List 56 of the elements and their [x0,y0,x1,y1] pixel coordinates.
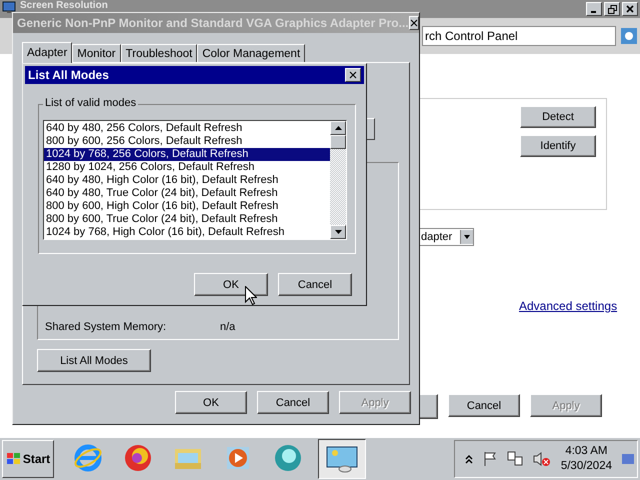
dropdown-value: dapter [421,231,452,243]
taskbar-app[interactable] [318,439,366,479]
tab[interactable]: Troubleshoot [120,44,198,62]
list-item[interactable]: 1024 by 768, 256 Colors, Default Refresh [44,148,330,161]
list-item[interactable]: 640 by 480, High Color (16 bit), Default Refresh [44,174,330,187]
ring-icon [273,443,303,473]
close-icon [626,5,634,13]
restore-icon [608,4,616,14]
list-item[interactable]: 1280 by 1024, 256 Colors, Default Refresh [44,161,330,174]
advanced-settings-link[interactable]: Advanced settings [519,299,618,313]
list-item[interactable]: 640 by 480, True Color (24 bit), Default Refresh [44,187,330,200]
display-settings-icon [325,444,359,474]
window-title: Screen Resolution [20,0,109,11]
chevron-icon[interactable] [464,454,473,464]
list-item[interactable]: 800 by 600, 256 Colors, Default Refresh [44,135,330,148]
browser-icon [123,443,153,473]
list-all-modes-button[interactable]: List All Modes [37,349,151,372]
windows-logo-icon [6,452,22,466]
clock-date: 5/30/2024 [560,459,612,474]
scroll-up-icon[interactable] [330,121,346,135]
info-value: n/a [220,321,236,333]
panel-button[interactable]: Detect [520,106,596,128]
dialog-button[interactable]: Cancel [278,273,352,296]
scroll-thumb[interactable] [330,135,346,149]
group-label: List of valid modes [43,97,138,109]
dialog-button[interactable]: OK [194,273,268,296]
network-icon[interactable] [506,451,523,467]
tab[interactable]: Color Management [197,44,306,62]
cursor-icon [245,286,257,305]
start-button[interactable]: Start [2,440,54,478]
info-label: Shared System Memory: [45,321,168,333]
tab[interactable]: Monitor [72,44,121,62]
close-button[interactable] [622,2,638,16]
minimize-button[interactable] [586,2,602,16]
browser-icon [73,443,103,473]
dialog-title: List All Modes [28,68,109,82]
tab[interactable]: Adapter [22,42,72,63]
close-button[interactable]: × [345,68,361,82]
dialog-button[interactable]: Cancel [448,394,520,417]
dialog-button[interactable]: OK [175,391,247,414]
dialog-button[interactable]: Cancel [257,391,329,414]
list-item[interactable]: 1024 by 768, High Color (16 bit), Default Refresh [44,226,330,239]
close-button[interactable]: × [408,16,420,30]
panel-button[interactable]: Identify [520,135,596,157]
scroll-down-icon[interactable] [330,225,346,239]
speaker-muted-icon[interactable] [532,451,551,467]
clock-time: 4:03 AM [565,444,608,459]
search-field[interactable]: rch Control Panel [422,26,616,46]
display-icon [2,0,16,14]
scrollbar[interactable] [330,121,346,239]
list-item[interactable]: 800 by 600, High Color (16 bit), Default Refresh [44,200,330,213]
list-item[interactable]: 640 by 480, 256 Colors, Default Refresh [44,122,330,135]
mode-list[interactable] [43,120,347,240]
restore-button[interactable] [604,2,620,16]
flag-icon[interactable] [482,451,497,467]
list-item[interactable]: 800 by 600, True Color (24 bit), Default Refresh [44,213,330,226]
